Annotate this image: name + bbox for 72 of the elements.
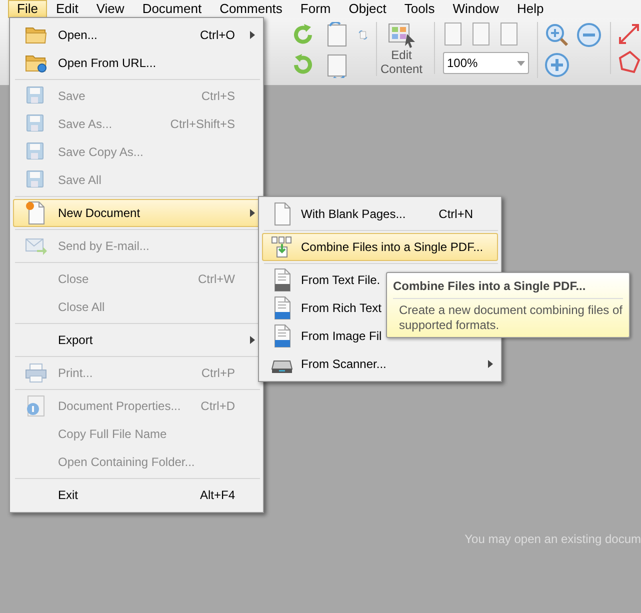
menu-item-label: Send by E-mail...	[58, 238, 150, 255]
menu-bar-item[interactable]: Form	[291, 0, 340, 18]
menu-bar-item[interactable]: Object	[340, 0, 396, 18]
page-fit-icon	[471, 22, 491, 46]
menu-item[interactable]: Exit Alt+F4	[13, 481, 260, 509]
menu-item-label: Close	[58, 271, 89, 288]
menu-item-label: Combine Files into a Single PDF...	[301, 239, 484, 256]
menu-bar-item[interactable]: Help	[508, 0, 553, 18]
zoom-field[interactable]: 100%	[443, 52, 529, 74]
printer-icon	[25, 362, 47, 384]
menu-bar-item[interactable]: Comments	[210, 0, 292, 18]
menu-item-label: From Text File.	[301, 272, 380, 289]
rtf-file-icon	[272, 296, 292, 320]
txt-file-icon	[272, 268, 292, 292]
menu-item-label: From Image Fil	[301, 328, 382, 345]
folder-icon	[25, 25, 47, 45]
shortcut-label: Ctrl+P	[201, 365, 235, 382]
menu-bar-item[interactable]: File	[8, 0, 47, 18]
arrow-tool-icon	[617, 22, 641, 46]
menu-item-label: Exit	[58, 487, 78, 504]
shortcut-label: Ctrl+S	[201, 88, 235, 105]
menu-item-label: Open...	[58, 27, 98, 44]
new-page-icon	[26, 201, 46, 225]
tooltip-title: Combine Files into a Single PDF...	[393, 277, 623, 299]
menu-bar-item[interactable]: Tools	[395, 0, 444, 18]
shortcut-label: Ctrl+O	[200, 27, 235, 44]
menu-item-label: From Rich Text	[301, 300, 382, 317]
menu-item-label: Close All	[58, 299, 105, 316]
menu-item-label: Save	[58, 88, 86, 105]
menu-item[interactable]: From Scanner...	[262, 350, 498, 378]
menu-item-label: Save Copy As...	[58, 144, 144, 161]
menu-item-label: Export	[58, 332, 93, 349]
menu-item[interactable]: Export	[13, 326, 260, 354]
menu-item[interactable]: Open... Ctrl+O	[13, 21, 260, 49]
shortcut-label: Ctrl+W	[198, 271, 235, 288]
shortcut-label: Ctrl+Shift+S	[170, 116, 235, 133]
menu-bar-item[interactable]: Window	[444, 0, 508, 18]
zoom-plus-icon	[544, 52, 570, 78]
edit-content-label[interactable]: Edit Content	[376, 48, 426, 76]
menu-item-label: Copy Full File Name	[58, 426, 167, 443]
polygon-tool-icon	[617, 50, 641, 74]
menu-item-label: Document Properties...	[58, 398, 181, 415]
page-fit-icon	[499, 22, 519, 46]
menu-item-label: Open Containing Folder...	[58, 454, 195, 471]
dropdown-caret-icon	[517, 60, 525, 66]
menu-item[interactable]: Open From URL...	[13, 49, 260, 77]
menu-item-label: With Blank Pages...	[301, 206, 406, 223]
page-fit-icon	[443, 22, 463, 46]
info-page-icon	[25, 395, 47, 417]
menu-item-label: Save As...	[58, 116, 112, 133]
menu-bar-item[interactable]: Document	[133, 0, 211, 18]
folder-globe-icon	[25, 53, 47, 73]
edit-content-icon	[386, 22, 416, 48]
tooltip-text: Create a new document combining files of supported formats.	[398, 302, 623, 333]
menu-bar-item[interactable]: Edit	[46, 0, 88, 18]
menu-item-label: Save All	[58, 172, 102, 189]
zoom-out-icon	[576, 22, 602, 48]
menu-item[interactable]: With Blank Pages... Ctrl+N	[262, 200, 498, 228]
bmp-file-icon	[272, 324, 292, 348]
menu-item-label: Print...	[58, 365, 93, 382]
menu-item[interactable]: New Document	[13, 199, 260, 227]
menu-item-label: From Scanner...	[301, 356, 386, 373]
combine-pages-icon	[271, 236, 293, 258]
shortcut-label: Ctrl+D	[200, 398, 235, 415]
menu-item-label: New Document	[58, 205, 140, 222]
shortcut-label: Ctrl+N	[438, 206, 473, 223]
zoom-in-icon	[544, 22, 570, 48]
menu-bar-item[interactable]: View	[87, 0, 134, 18]
blank-page-icon	[272, 202, 292, 226]
menu-item-label: Open From URL...	[58, 55, 156, 72]
shortcut-label: Alt+F4	[200, 487, 235, 504]
menu-item[interactable]: Combine Files into a Single PDF...	[262, 233, 498, 261]
